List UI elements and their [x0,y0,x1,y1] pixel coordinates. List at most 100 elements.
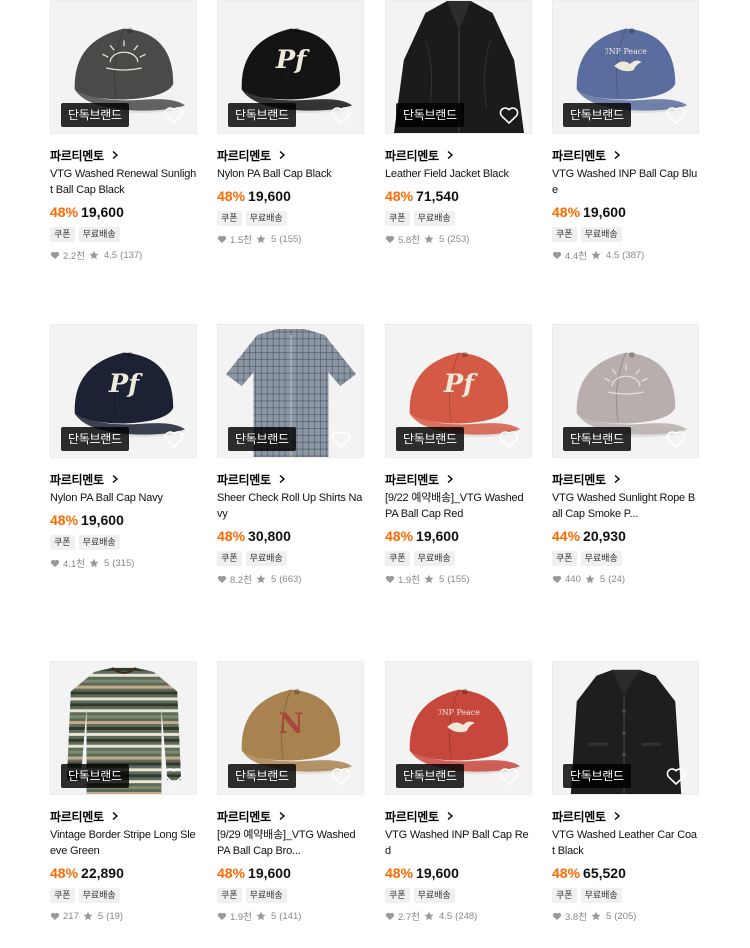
chevron-right-icon [606,811,622,821]
brand-link[interactable]: 파르티멘토 [385,472,532,487]
product-name[interactable]: Nylon PA Ball Cap Black [217,166,364,182]
heart-outline-icon[interactable] [664,764,688,788]
coupon-tag: 쿠폰 [552,551,577,566]
product-name[interactable]: VTG Washed Leather Car Coat Black [552,827,699,859]
product-image[interactable]: 단독브랜드 [552,324,699,458]
chevron-right-icon [271,474,287,484]
product-card[interactable]: Pf 단독브랜드 파르티멘토 Nylon PA Ball Cap Navy 48% 19,… [50,324,197,570]
exclusive-brand-badge: 단독브랜드 [563,427,631,451]
heart-outline-icon[interactable] [329,764,353,788]
heart-outline-icon[interactable] [162,103,186,127]
product-image[interactable]: ℐNP Peace 단독브랜드 [552,0,699,134]
svg-text:ℐNP Peace: ℐNP Peace [605,47,647,56]
product-card[interactable]: 단독브랜드파르티멘토 VTG Washed Renewal Sunlight Ba… [50,0,197,262]
tag-list: 쿠폰 무료배송 [552,551,699,566]
heart-outline-icon[interactable] [162,427,186,451]
rating-value: 5 [97,910,104,922]
brand-link[interactable]: 파르티멘토 [50,809,197,824]
svg-text:Pf: Pf [275,45,310,75]
product-card[interactable]: 단독브랜드파르티멘토 VTG Washed Leather Car Coat Bl… [552,661,699,923]
heart-outline-icon[interactable] [664,427,688,451]
product-image[interactable]: N 단독브랜드 [217,661,364,795]
like-count: 4.4천 [565,251,587,262]
rating-value: 4.5 [605,249,620,261]
rating-value: 4.5 [103,249,118,261]
product-name[interactable]: VTG Washed INP Ball Cap Blue [552,166,699,198]
brand-link[interactable]: 파르티멘토 [385,148,532,163]
review-count: (253) [447,233,470,245]
price-row: 48% 19,600 [217,188,364,206]
brand-name: 파르티멘토 [552,148,606,163]
product-name[interactable]: VTG Washed Renewal Sunlight Ball Cap Bla… [50,166,197,198]
product-card[interactable]: Pf 단독브랜드파르티멘토 Nylon PA Ball Cap Black 48% 19… [217,0,364,246]
product-card[interactable]: Pf 단독브랜드파르티멘토 [9/22 예약배송]_VTG Washed PA Ba… [385,324,532,586]
brand-link[interactable]: 파르티멘토 [217,148,364,163]
product-image[interactable]: Pf 단독브랜드 [50,324,197,458]
product-name[interactable]: Leather Field Jacket Black [385,166,532,182]
review-count: (663) [279,573,302,585]
svg-text:Pf: Pf [108,369,143,399]
product-stats: 1.9천 5 (155) [385,573,532,586]
price-row: 48% 19,600 [385,865,532,883]
sale-price: 19,600 [81,512,124,528]
heart-filled-icon [50,911,63,921]
tag-list: 쿠폰 무료배송 [385,211,532,226]
product-card[interactable]: 단독브랜드파르티멘토 Vintage Border Stripe Long Sle… [50,661,197,922]
brand-link[interactable]: 파르티멘토 [552,472,699,487]
heart-outline-icon[interactable] [497,764,521,788]
sale-price: 20,930 [583,528,626,544]
product-image[interactable]: ℐNP Peace 단독브랜드 [385,661,532,795]
product-name[interactable]: Vintage Border Stripe Long Sleeve Green [50,827,197,859]
rating-value: 5 [599,573,606,585]
product-card[interactable]: ℐNP Peace 단독브랜드파르티멘토 VTG Washed INP Ball C… [552,0,699,262]
price-row: 48% 22,890 [50,865,197,883]
brand-link[interactable]: 파르티멘토 [552,809,699,824]
product-image[interactable]: Pf 단독브랜드 [217,0,364,134]
product-name[interactable]: [9/29 예약배송]_VTG Washed PA Ball Cap Bro..… [217,827,364,859]
free-shipping-tag: 무료배송 [413,211,455,226]
heart-filled-icon [217,574,230,584]
product-stats: 8.2천 5 (663) [217,573,364,586]
product-image[interactable]: Pf 단독브랜드 [385,324,532,458]
product-stats: 4.1천 5 (315) [50,557,197,570]
product-image[interactable]: 단독브랜드 [552,661,699,795]
brand-link[interactable]: 파르티멘토 [50,148,197,163]
heart-outline-icon[interactable] [329,103,353,127]
like-count: 217 [63,910,79,922]
heart-filled-icon [217,911,230,921]
product-image[interactable]: 단독브랜드 [50,661,197,795]
brand-link[interactable]: 파르티멘토 [50,472,197,487]
heart-outline-icon[interactable] [329,427,353,451]
product-image[interactable]: 단독브랜드 [217,324,364,458]
product-card[interactable]: ℐNP Peace 단독브랜드파르티멘토 VTG Washed INP Ball C… [385,661,532,923]
brand-link[interactable]: 파르티멘토 [217,809,364,824]
brand-name: 파르티멘토 [385,148,439,163]
brand-link[interactable]: 파르티멘토 [217,472,364,487]
chevron-right-icon [439,474,455,484]
product-image[interactable]: 단독브랜드 [50,0,197,134]
chevron-right-icon [606,150,622,160]
product-name[interactable]: Nylon PA Ball Cap Navy [50,490,197,506]
product-image[interactable]: 단독브랜드 [385,0,532,134]
price-row: 48% 65,520 [552,865,699,883]
tag-list: 쿠폰 무료배송 [50,888,197,903]
product-name[interactable]: Sheer Check Roll Up Shirts Navy [217,490,364,522]
product-stats: 1.5천 5 (155) [217,233,364,246]
product-name[interactable]: VTG Washed INP Ball Cap Red [385,827,532,859]
svg-text:N: N [278,707,303,740]
product-name[interactable]: VTG Washed Sunlight Rope Ball Cap Smoke … [552,490,699,522]
product-card[interactable]: 단독브랜드 파르티멘토 Leather Field Jacket Black 48% 7… [385,0,532,246]
product-card[interactable]: N 단독브랜드파르티멘토 [9/29 예약배송]_VTG Washed PA Bal… [217,661,364,923]
brand-link[interactable]: 파르티멘토 [385,809,532,824]
brand-link[interactable]: 파르티멘토 [552,148,699,163]
product-name[interactable]: [9/22 예약배송]_VTG Washed PA Ball Cap Red [385,490,532,522]
product-card[interactable]: 단독브랜드파르티멘토 VTG Washed Sunlight Rope Ball … [552,324,699,585]
product-card[interactable]: 단독브랜드파르티멘토 Sheer Check Roll Up Shirts Nav… [217,324,364,586]
sale-price: 19,600 [81,204,124,220]
heart-filled-icon [385,234,398,244]
heart-outline-icon[interactable] [162,764,186,788]
heart-outline-icon[interactable] [497,427,521,451]
heart-outline-icon[interactable] [497,103,521,127]
star-icon [424,574,437,584]
heart-outline-icon[interactable] [664,103,688,127]
